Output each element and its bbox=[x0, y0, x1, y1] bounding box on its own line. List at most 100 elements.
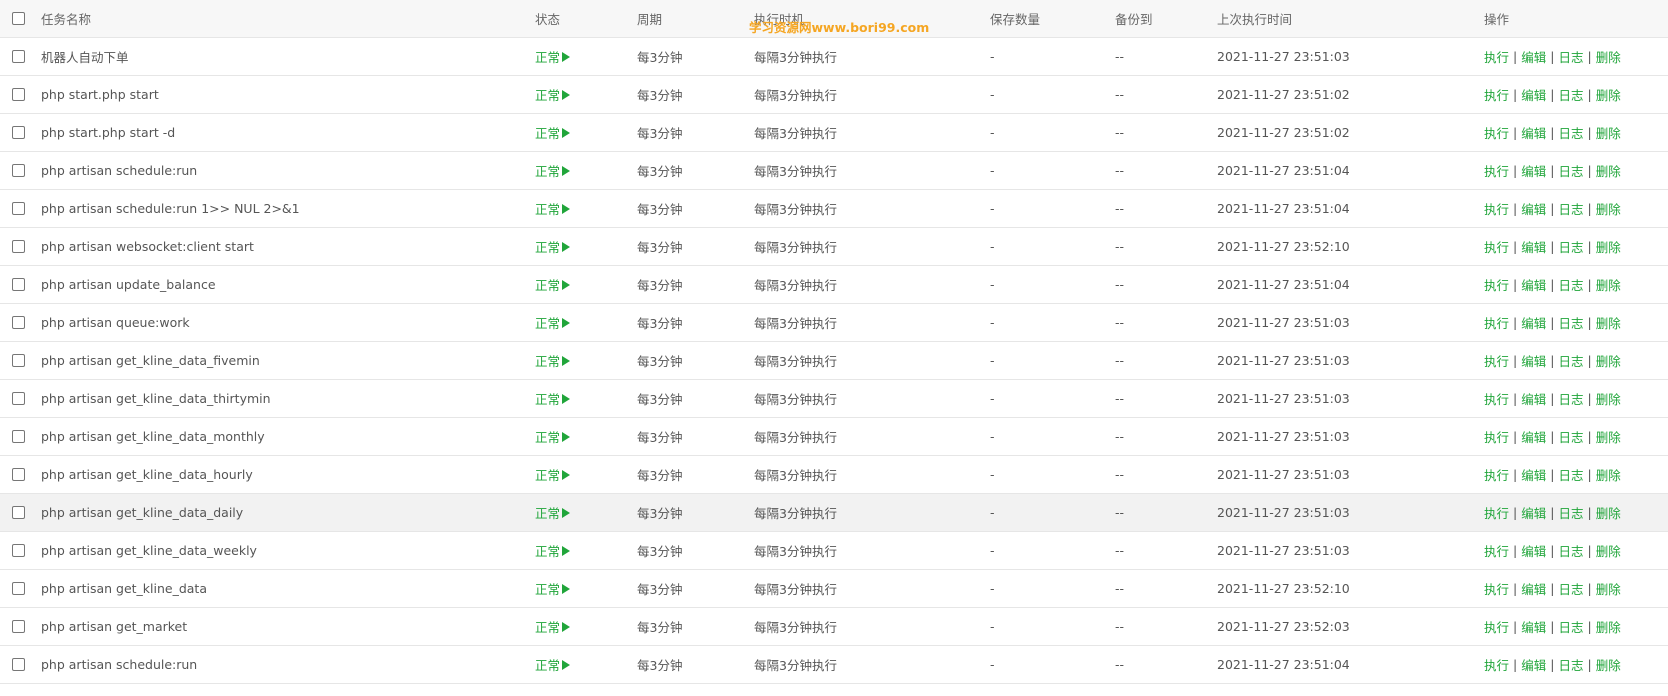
play-icon[interactable] bbox=[562, 621, 571, 632]
log-link[interactable]: 日志 bbox=[1558, 161, 1583, 180]
row-checkbox[interactable] bbox=[12, 418, 26, 455]
edit-link[interactable]: 编辑 bbox=[1521, 427, 1546, 446]
play-icon[interactable] bbox=[562, 431, 571, 442]
delete-link[interactable]: 删除 bbox=[1596, 503, 1621, 522]
status-badge[interactable]: 正常 bbox=[535, 655, 571, 674]
run-link[interactable]: 执行 bbox=[1484, 541, 1509, 560]
edit-link[interactable]: 编辑 bbox=[1521, 313, 1546, 332]
delete-link[interactable]: 删除 bbox=[1596, 579, 1621, 598]
delete-link[interactable]: 删除 bbox=[1596, 237, 1621, 256]
edit-link[interactable]: 编辑 bbox=[1521, 389, 1546, 408]
edit-link[interactable]: 编辑 bbox=[1521, 541, 1546, 560]
task-status[interactable]: 正常 bbox=[535, 608, 571, 645]
status-badge[interactable]: 正常 bbox=[535, 85, 571, 104]
status-badge[interactable]: 正常 bbox=[535, 617, 571, 636]
row-checkbox[interactable] bbox=[12, 608, 26, 645]
run-link[interactable]: 执行 bbox=[1484, 503, 1509, 522]
delete-link[interactable]: 删除 bbox=[1596, 617, 1621, 636]
task-status[interactable]: 正常 bbox=[535, 38, 571, 75]
checkbox-box[interactable] bbox=[12, 582, 25, 595]
play-icon[interactable] bbox=[562, 545, 571, 556]
task-status[interactable]: 正常 bbox=[535, 266, 571, 303]
log-link[interactable]: 日志 bbox=[1558, 427, 1583, 446]
task-status[interactable]: 正常 bbox=[535, 190, 571, 227]
run-link[interactable]: 执行 bbox=[1484, 161, 1509, 180]
checkbox-box[interactable] bbox=[12, 506, 25, 519]
status-badge[interactable]: 正常 bbox=[535, 503, 571, 522]
log-link[interactable]: 日志 bbox=[1558, 275, 1583, 294]
status-badge[interactable]: 正常 bbox=[535, 275, 571, 294]
task-status[interactable]: 正常 bbox=[535, 570, 571, 607]
status-badge[interactable]: 正常 bbox=[535, 541, 571, 560]
log-link[interactable]: 日志 bbox=[1558, 237, 1583, 256]
checkbox-box[interactable] bbox=[12, 316, 25, 329]
run-link[interactable]: 执行 bbox=[1484, 47, 1509, 66]
edit-link[interactable]: 编辑 bbox=[1521, 275, 1546, 294]
row-checkbox[interactable] bbox=[12, 266, 26, 303]
run-link[interactable]: 执行 bbox=[1484, 655, 1509, 674]
play-icon[interactable] bbox=[562, 317, 571, 328]
edit-link[interactable]: 编辑 bbox=[1521, 465, 1546, 484]
run-link[interactable]: 执行 bbox=[1484, 351, 1509, 370]
status-badge[interactable]: 正常 bbox=[535, 427, 571, 446]
run-link[interactable]: 执行 bbox=[1484, 465, 1509, 484]
task-status[interactable]: 正常 bbox=[535, 494, 571, 531]
row-checkbox[interactable] bbox=[12, 190, 26, 227]
edit-link[interactable]: 编辑 bbox=[1521, 123, 1546, 142]
log-link[interactable]: 日志 bbox=[1558, 503, 1583, 522]
checkbox-box[interactable] bbox=[12, 658, 25, 671]
play-icon[interactable] bbox=[562, 89, 571, 100]
checkbox-box[interactable] bbox=[12, 126, 25, 139]
edit-link[interactable]: 编辑 bbox=[1521, 199, 1546, 218]
play-icon[interactable] bbox=[562, 659, 571, 670]
play-icon[interactable] bbox=[562, 279, 571, 290]
row-checkbox[interactable] bbox=[12, 342, 26, 379]
checkbox-box[interactable] bbox=[12, 392, 25, 405]
play-icon[interactable] bbox=[562, 165, 571, 176]
status-badge[interactable]: 正常 bbox=[535, 579, 571, 598]
task-status[interactable]: 正常 bbox=[535, 380, 571, 417]
log-link[interactable]: 日志 bbox=[1558, 313, 1583, 332]
log-link[interactable]: 日志 bbox=[1558, 617, 1583, 636]
checkbox-box[interactable] bbox=[12, 202, 25, 215]
run-link[interactable]: 执行 bbox=[1484, 313, 1509, 332]
delete-link[interactable]: 删除 bbox=[1596, 47, 1621, 66]
log-link[interactable]: 日志 bbox=[1558, 389, 1583, 408]
log-link[interactable]: 日志 bbox=[1558, 655, 1583, 674]
log-link[interactable]: 日志 bbox=[1558, 351, 1583, 370]
task-status[interactable]: 正常 bbox=[535, 304, 571, 341]
delete-link[interactable]: 删除 bbox=[1596, 465, 1621, 484]
checkbox-box[interactable] bbox=[12, 12, 25, 25]
task-status[interactable]: 正常 bbox=[535, 646, 571, 683]
run-link[interactable]: 执行 bbox=[1484, 617, 1509, 636]
play-icon[interactable] bbox=[562, 583, 571, 594]
run-link[interactable]: 执行 bbox=[1484, 427, 1509, 446]
run-link[interactable]: 执行 bbox=[1484, 237, 1509, 256]
status-badge[interactable]: 正常 bbox=[535, 237, 571, 256]
edit-link[interactable]: 编辑 bbox=[1521, 85, 1546, 104]
log-link[interactable]: 日志 bbox=[1558, 465, 1583, 484]
task-status[interactable]: 正常 bbox=[535, 532, 571, 569]
run-link[interactable]: 执行 bbox=[1484, 85, 1509, 104]
task-status[interactable]: 正常 bbox=[535, 76, 571, 113]
delete-link[interactable]: 删除 bbox=[1596, 541, 1621, 560]
row-checkbox[interactable] bbox=[12, 38, 26, 75]
delete-link[interactable]: 删除 bbox=[1596, 655, 1621, 674]
checkbox-box[interactable] bbox=[12, 468, 25, 481]
row-checkbox[interactable] bbox=[12, 304, 26, 341]
checkbox-box[interactable] bbox=[12, 164, 25, 177]
row-checkbox[interactable] bbox=[12, 114, 26, 151]
log-link[interactable]: 日志 bbox=[1558, 541, 1583, 560]
play-icon[interactable] bbox=[562, 393, 571, 404]
edit-link[interactable]: 编辑 bbox=[1521, 579, 1546, 598]
status-badge[interactable]: 正常 bbox=[535, 199, 571, 218]
delete-link[interactable]: 删除 bbox=[1596, 427, 1621, 446]
log-link[interactable]: 日志 bbox=[1558, 47, 1583, 66]
edit-link[interactable]: 编辑 bbox=[1521, 655, 1546, 674]
play-icon[interactable] bbox=[562, 355, 571, 366]
delete-link[interactable]: 删除 bbox=[1596, 85, 1621, 104]
status-badge[interactable]: 正常 bbox=[535, 389, 571, 408]
row-checkbox[interactable] bbox=[12, 380, 26, 417]
edit-link[interactable]: 编辑 bbox=[1521, 351, 1546, 370]
checkbox-box[interactable] bbox=[12, 354, 25, 367]
